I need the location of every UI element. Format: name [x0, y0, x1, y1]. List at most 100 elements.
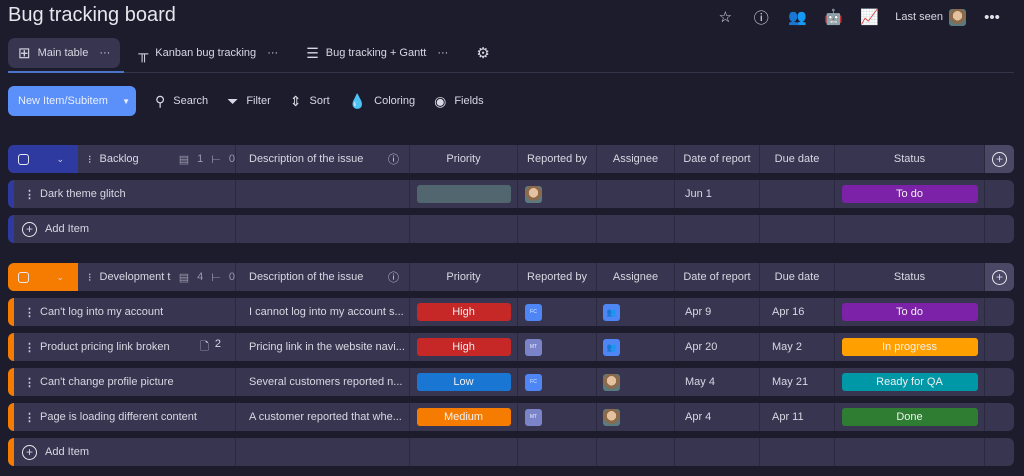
item-name-cell[interactable]: ⋮ Page is loading different content: [14, 403, 236, 431]
more-icon[interactable]: ···: [99, 47, 110, 59]
drag-handle-icon[interactable]: ⋮: [24, 341, 35, 354]
column-header-date-of-report[interactable]: Date of report: [675, 145, 760, 173]
search-button[interactable]: ⚲ Search: [155, 93, 208, 110]
column-header-description[interactable]: Description of the issue ⓘ: [236, 145, 410, 173]
info-icon[interactable]: ⓘ: [388, 269, 399, 285]
files-indicator[interactable]: 🗋 2: [200, 338, 221, 357]
info-icon[interactable]: ⓘ: [388, 151, 399, 167]
description-cell[interactable]: A customer reported that whe...: [236, 403, 410, 431]
column-header-due-date[interactable]: Due date: [760, 145, 835, 173]
status-cell[interactable]: To do: [835, 298, 985, 326]
new-item-button[interactable]: New Item/Subitem ▼: [8, 86, 136, 116]
team-icon[interactable]: 👥: [603, 303, 620, 321]
column-header-assignee[interactable]: Assignee: [597, 145, 675, 173]
tab-gantt[interactable]: ☰ Bug tracking + Gantt ···: [296, 38, 458, 68]
avatar[interactable]: [949, 8, 966, 26]
status-badge[interactable]: To do: [841, 303, 978, 321]
column-header-status[interactable]: Status: [835, 145, 985, 173]
chart-icon[interactable]: 📈: [851, 6, 887, 28]
column-header-reported-by[interactable]: Reported by: [518, 263, 597, 291]
drag-handle-icon[interactable]: ⁝: [88, 153, 92, 166]
item-name[interactable]: Dark theme glitch: [40, 188, 126, 200]
priority-cell[interactable]: Low: [410, 368, 518, 396]
status-badge[interactable]: To do: [841, 185, 978, 203]
reported-by-cell[interactable]: FC: [518, 298, 597, 326]
priority-badge[interactable]: [416, 185, 511, 203]
item-name-cell[interactable]: ⋮ Product pricing link broken 🗋 2: [14, 333, 236, 361]
reporter-avatar[interactable]: MT: [525, 408, 542, 426]
column-header-due-date[interactable]: Due date: [760, 263, 835, 291]
item-name[interactable]: Page is loading different content: [40, 411, 197, 423]
robot-icon[interactable]: 🤖: [815, 6, 851, 28]
chevron-down-icon[interactable]: ⌄: [56, 154, 64, 165]
item-name-cell[interactable]: ⋮ Dark theme glitch: [14, 180, 236, 208]
due-date-cell[interactable]: May 21: [760, 368, 835, 396]
item-name-cell[interactable]: ⋮ Can't change profile picture: [14, 368, 236, 396]
reported-by-cell[interactable]: MT: [518, 403, 597, 431]
filter-button[interactable]: ⏷ Filter: [227, 93, 271, 110]
sort-button[interactable]: ⇕ Sort: [290, 93, 330, 110]
chevron-down-icon[interactable]: ▼: [122, 97, 130, 106]
column-header-reported-by[interactable]: Reported by: [518, 145, 597, 173]
info-icon[interactable]: ⓘ: [743, 6, 779, 28]
more-icon[interactable]: ···: [437, 47, 448, 59]
column-header-status[interactable]: Status: [835, 263, 985, 291]
date-of-report-cell[interactable]: Apr 9: [675, 298, 760, 326]
assignee-cell[interactable]: 👥: [597, 298, 675, 326]
reporter-avatar[interactable]: FC: [525, 303, 542, 321]
assignee-cell[interactable]: [597, 180, 675, 208]
checkbox[interactable]: [18, 271, 29, 283]
drag-handle-icon[interactable]: ⁝: [88, 271, 92, 284]
assignee-cell[interactable]: [597, 403, 675, 431]
date-of-report-cell[interactable]: Apr 20: [675, 333, 760, 361]
settings-icon[interactable]: ⚙: [466, 38, 499, 68]
group-name[interactable]: Backlog: [100, 153, 171, 165]
more-icon[interactable]: •••: [974, 6, 1010, 28]
avatar[interactable]: [603, 373, 620, 391]
reported-by-cell[interactable]: MT: [518, 333, 597, 361]
due-date-cell[interactable]: Apr 11: [760, 403, 835, 431]
column-header-assignee[interactable]: Assignee: [597, 263, 675, 291]
status-badge[interactable]: In progress: [841, 338, 978, 356]
drag-handle-icon[interactable]: ⋮: [24, 411, 35, 424]
description-cell[interactable]: Several customers reported n...: [236, 368, 410, 396]
avatar[interactable]: [603, 408, 620, 426]
status-badge[interactable]: Ready for QA: [841, 373, 978, 391]
column-header-date-of-report[interactable]: Date of report: [675, 263, 760, 291]
due-date-cell[interactable]: May 2: [760, 333, 835, 361]
drag-handle-icon[interactable]: ⋮: [24, 188, 35, 201]
team-icon[interactable]: 👥: [603, 338, 620, 356]
item-name[interactable]: Can't change profile picture: [40, 376, 174, 388]
priority-cell[interactable]: [410, 180, 518, 208]
priority-cell[interactable]: High: [410, 333, 518, 361]
due-date-cell[interactable]: Apr 16: [760, 298, 835, 326]
status-badge[interactable]: Done: [841, 408, 978, 426]
reporter-avatar[interactable]: FC: [525, 373, 542, 391]
item-name[interactable]: Can't log into my account: [40, 306, 163, 318]
add-item-button[interactable]: + Add Item: [14, 215, 236, 243]
priority-badge[interactable]: Low: [416, 373, 511, 391]
tab-kanban[interactable]: ╥ Kanban bug tracking ···: [128, 38, 288, 68]
status-cell[interactable]: To do: [835, 180, 985, 208]
checkbox[interactable]: [18, 153, 29, 165]
priority-badge[interactable]: Medium: [416, 408, 511, 426]
assignee-cell[interactable]: [597, 368, 675, 396]
date-of-report-cell[interactable]: Jun 1: [675, 180, 760, 208]
fields-button[interactable]: ◉ Fields: [434, 93, 484, 110]
tab-main-table[interactable]: ⊞ Main table ···: [8, 38, 121, 68]
users-icon[interactable]: 👥: [779, 6, 815, 28]
drag-handle-icon[interactable]: ⋮: [24, 306, 35, 319]
column-header-priority[interactable]: Priority: [410, 263, 518, 291]
due-date-cell[interactable]: [760, 180, 835, 208]
reported-by-cell[interactable]: [518, 180, 597, 208]
star-icon[interactable]: ☆: [707, 6, 743, 28]
column-header-priority[interactable]: Priority: [410, 145, 518, 173]
date-of-report-cell[interactable]: Apr 4: [675, 403, 760, 431]
description-cell[interactable]: Pricing link in the website navi...: [236, 333, 410, 361]
reported-by-cell[interactable]: FC: [518, 368, 597, 396]
status-cell[interactable]: In progress: [835, 333, 985, 361]
priority-cell[interactable]: Medium: [410, 403, 518, 431]
reporter-avatar[interactable]: MT: [525, 338, 542, 356]
status-cell[interactable]: Done: [835, 403, 985, 431]
item-name[interactable]: Product pricing link broken: [40, 341, 170, 353]
